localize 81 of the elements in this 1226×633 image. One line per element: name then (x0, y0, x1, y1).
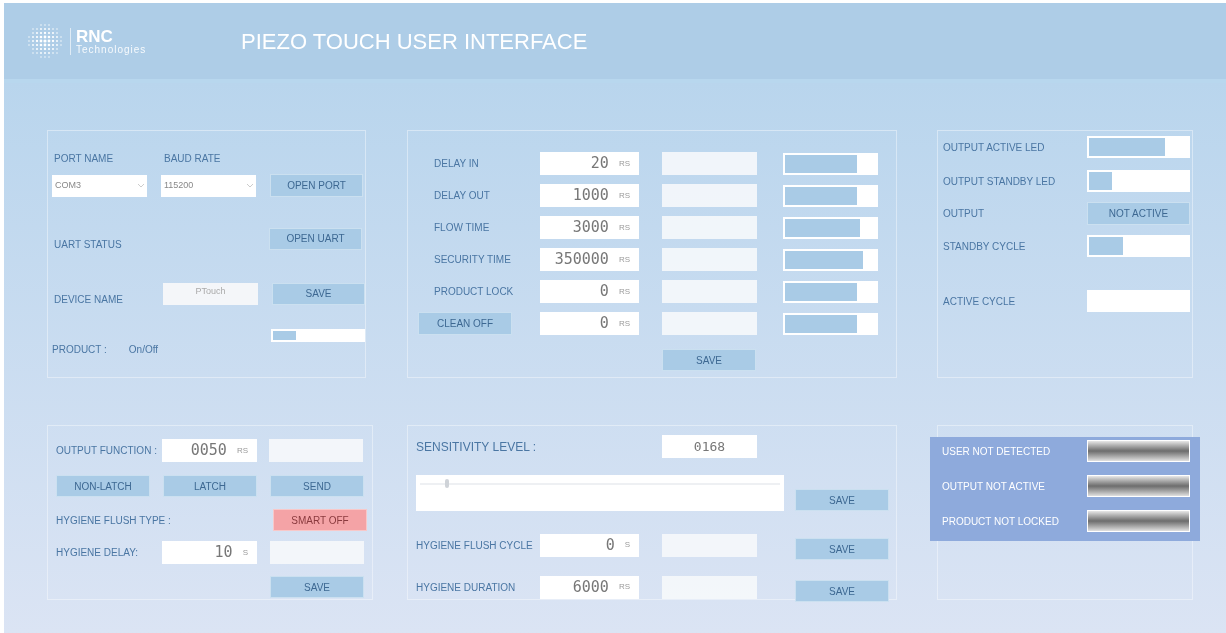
save-button[interactable]: SAVE (272, 282, 365, 305)
indicator-label: USER NOT DETECTED (942, 444, 1051, 459)
open-uart-button[interactable]: OPEN UART (269, 227, 362, 250)
sensitivity-label: SENSITIVITY LEVEL : (416, 438, 538, 456)
value-field[interactable]: 0 RS (540, 312, 639, 335)
dropdown-field[interactable] (783, 248, 878, 271)
clean-off-button[interactable]: CLEAN OFF (418, 312, 512, 335)
value-field[interactable]: 1000 RS (540, 184, 639, 207)
output-label: STANDBY CYCLE (943, 239, 1026, 254)
output-function-label: OUTPUT FUNCTION : (56, 444, 158, 458)
smart-off-button[interactable]: SMART OFF (273, 509, 367, 531)
product-label: PRODUCT : (52, 343, 107, 357)
empty-field[interactable] (662, 312, 757, 335)
chevron-down-icon (138, 183, 144, 188)
hygiene-label: HYGIENE DURATION (416, 580, 517, 595)
app-title: PIEZO TOUCH USER INTERFACE (241, 27, 588, 56)
hygiene-label: HYGIENE FLUSH CYCLE (416, 538, 534, 553)
timing-label: DELAY IN (433, 157, 480, 171)
mode-button[interactable]: NON-LATCH (56, 475, 150, 497)
product-state: On/Off (128, 343, 159, 357)
save-button[interactable]: SAVE (795, 580, 889, 602)
timing-label: SECURITY TIME (433, 253, 512, 267)
sensitivity-value: 0168 (662, 435, 757, 458)
value-field[interactable]: 10 S (162, 541, 257, 564)
save-button[interactable]: SAVE (270, 576, 364, 598)
output-status: NOT ACTIVE (1087, 202, 1190, 225)
timing-label: DELAY OUT (433, 189, 491, 203)
dropdown-field[interactable] (1087, 170, 1190, 192)
timing-label: PRODUCT LOCK (433, 285, 515, 299)
indicator-label: PRODUCT NOT LOCKED (942, 514, 1059, 529)
value-field[interactable]: 0 S (540, 533, 639, 557)
dropdown-field[interactable] (1087, 136, 1190, 158)
indicator-label: OUTPUT NOT ACTIVE (942, 479, 1045, 494)
save-button[interactable]: SAVE (795, 538, 889, 560)
mode-button[interactable]: LATCH (163, 475, 257, 497)
empty-field[interactable] (269, 439, 363, 462)
port-label: PORT NAME (54, 151, 115, 166)
product-toggle[interactable] (271, 329, 365, 342)
dropdown-field[interactable] (1087, 235, 1190, 257)
flush-type-label: HYGIENE FLUSH TYPE : (56, 513, 171, 528)
empty-field[interactable] (662, 152, 757, 175)
baud-label: BAUD RATE (164, 151, 221, 166)
chevron-down-icon (247, 183, 253, 188)
value-field[interactable]: 0050 RS (162, 439, 257, 462)
value-field[interactable]: 6000 RS (540, 575, 639, 599)
dropdown-field[interactable] (783, 184, 878, 207)
dropdown-field[interactable]: 115200 (161, 174, 256, 197)
brand-subtitle: Technologies (76, 44, 147, 55)
empty-field[interactable] (662, 184, 757, 207)
slider-thumb[interactable] (445, 479, 450, 488)
uart-status-label: UART STATUS (54, 238, 122, 252)
dropdown-field[interactable]: COM3 (52, 174, 147, 197)
value-field[interactable]: 3000 RS (540, 216, 639, 239)
device-name-label: DEVICE NAME (54, 293, 124, 307)
save-button[interactable]: SAVE (795, 489, 889, 511)
brand-name: RNC (76, 27, 113, 45)
dropdown-field[interactable] (783, 152, 878, 175)
output-label: OUTPUT ACTIVE LED (943, 140, 1045, 155)
empty-field[interactable] (662, 248, 757, 271)
empty-field[interactable] (662, 533, 757, 557)
value-field[interactable]: 20 RS (540, 152, 639, 175)
empty-field[interactable] (270, 541, 364, 564)
value-field[interactable]: 350000 RS (540, 248, 639, 271)
dropdown-field[interactable] (783, 280, 878, 303)
dropdown-field[interactable] (783, 216, 878, 239)
output-label: OUTPUT STANDBY LED (943, 174, 1056, 189)
value-field[interactable]: 0 RS (540, 280, 639, 303)
empty-field[interactable] (662, 216, 757, 239)
device-name-field[interactable]: PTouch (163, 282, 258, 305)
empty-field[interactable] (662, 280, 757, 303)
empty-field[interactable] (662, 575, 757, 599)
timing-label: FLOW TIME (433, 221, 491, 235)
dropdown-field[interactable] (1087, 290, 1190, 312)
output-label: OUTPUT (943, 207, 985, 221)
hygiene-delay-label: HYGIENE DELAY: (56, 546, 140, 560)
save-button[interactable]: SAVE (662, 349, 756, 371)
open-port-button[interactable]: OPEN PORT (270, 174, 363, 197)
dropdown-field[interactable] (783, 312, 878, 335)
output-label: ACTIVE CYCLE (943, 294, 1016, 309)
mode-button[interactable]: SEND (270, 475, 364, 497)
globe-icon (26, 22, 64, 60)
